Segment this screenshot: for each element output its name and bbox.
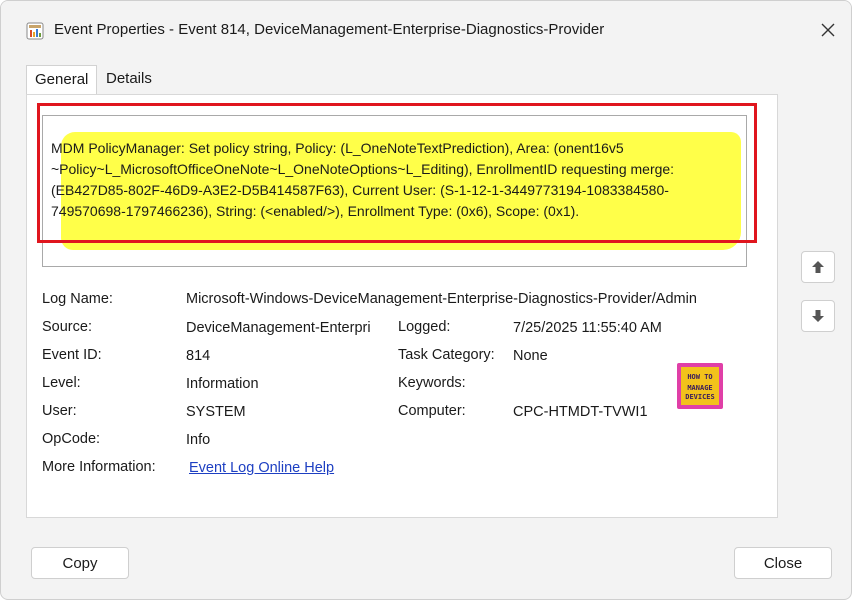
next-event-button[interactable] bbox=[801, 300, 835, 332]
close-icon bbox=[821, 23, 835, 37]
event-description: MDM PolicyManager: Set policy string, Po… bbox=[51, 140, 675, 219]
task-category-value: None bbox=[513, 348, 548, 364]
window-title: Event Properties - Event 814, DeviceMana… bbox=[54, 21, 605, 38]
user-label: User: bbox=[42, 403, 77, 419]
logged-label: Logged: bbox=[398, 319, 451, 335]
opcode-label: OpCode: bbox=[42, 431, 101, 447]
copy-button[interactable]: Copy bbox=[31, 547, 129, 579]
tab-general[interactable]: General bbox=[26, 65, 98, 96]
opcode-value: Info bbox=[186, 432, 211, 448]
event-id-label: Event ID: bbox=[42, 347, 102, 363]
computer-value: CPC-HTMDT-TVWI1 bbox=[513, 404, 648, 420]
level-value: Information bbox=[186, 376, 259, 392]
keywords-label: Keywords: bbox=[398, 375, 466, 391]
source-label: Source: bbox=[42, 319, 92, 335]
close-button[interactable]: Close bbox=[734, 547, 832, 579]
general-panel: MDM PolicyManager: Set policy string, Po… bbox=[26, 94, 778, 518]
previous-event-button[interactable] bbox=[801, 251, 835, 283]
user-value: SYSTEM bbox=[186, 404, 246, 420]
task-category-label: Task Category: bbox=[398, 347, 495, 363]
more-information-label: More Information: bbox=[42, 459, 156, 475]
event-log-online-help-link[interactable]: Event Log Online Help bbox=[189, 460, 334, 476]
event-properties-window: Event Properties - Event 814, DeviceMana… bbox=[0, 0, 852, 600]
title-bar: Event Properties - Event 814, DeviceMana… bbox=[1, 1, 851, 59]
level-label: Level: bbox=[42, 375, 81, 391]
arrow-up-icon bbox=[812, 261, 824, 273]
log-name-label: Log Name: bbox=[42, 291, 113, 307]
arrow-down-icon bbox=[812, 310, 824, 322]
description-box[interactable]: MDM PolicyManager: Set policy string, Po… bbox=[42, 115, 747, 267]
logo-line-2: MANAGE bbox=[687, 384, 713, 392]
event-viewer-icon bbox=[26, 22, 44, 40]
computer-label: Computer: bbox=[398, 403, 466, 419]
logged-value: 7/25/2025 11:55:40 AM bbox=[513, 320, 662, 336]
close-window-button[interactable] bbox=[816, 18, 840, 42]
source-value: DeviceManagement-Enterpri bbox=[186, 320, 371, 336]
how-to-manage-devices-logo: HOW TO MANAGE DEVICES bbox=[677, 363, 723, 409]
tab-details[interactable]: Details bbox=[98, 65, 160, 93]
logo-line-3: DEVICES bbox=[685, 393, 715, 401]
log-name-value: Microsoft-Windows-DeviceManagement-Enter… bbox=[186, 291, 697, 307]
event-id-value: 814 bbox=[186, 348, 211, 364]
logo-line-1: HOW TO bbox=[687, 373, 713, 381]
